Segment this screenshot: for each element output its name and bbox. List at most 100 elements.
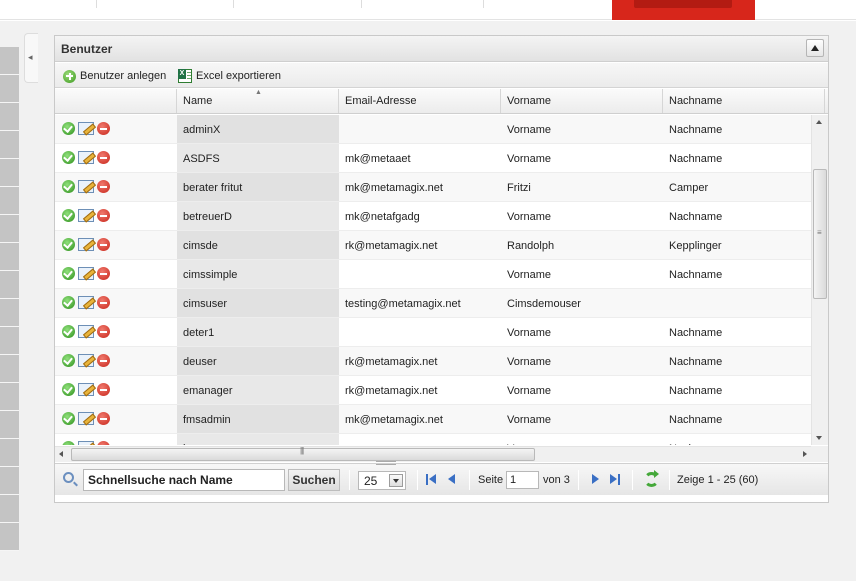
active-top-tab[interactable]	[612, 0, 755, 20]
delete-icon[interactable]	[97, 209, 110, 222]
edit-icon[interactable]	[78, 238, 94, 251]
table-row[interactable]: deter1 Vorname Nachname	[55, 318, 811, 347]
activate-icon[interactable]	[62, 267, 75, 280]
horizontal-scrollbar[interactable]: |||	[55, 446, 811, 462]
sidebar-item[interactable]	[0, 243, 19, 271]
edit-icon[interactable]	[78, 209, 94, 222]
sidebar-item[interactable]	[0, 187, 19, 215]
activate-icon[interactable]	[62, 122, 75, 135]
edit-icon[interactable]	[78, 180, 94, 193]
table-row[interactable]: fmsadmin mk@metamagix.net Vorname Nachname	[55, 405, 811, 434]
sidebar-item[interactable]	[0, 271, 19, 299]
cell-vorname: Cimsdemouser	[507, 298, 581, 310]
activate-icon[interactable]	[62, 296, 75, 309]
activate-icon[interactable]	[62, 325, 75, 338]
delete-icon[interactable]	[97, 180, 110, 193]
table-row[interactable]: deuser rk@metamagix.net Vorname Nachname	[55, 347, 811, 376]
nav-separator	[483, 0, 484, 8]
delete-icon[interactable]	[97, 238, 110, 251]
cell-vorname: Vorname	[501, 434, 663, 445]
activate-icon[interactable]	[62, 238, 75, 251]
sidebar-item[interactable]	[0, 131, 19, 159]
export-excel-button[interactable]: Excel exportieren	[178, 68, 281, 84]
cell-email: mk@metaaet	[345, 153, 411, 165]
table-row[interactable]: emanager rk@metamagix.net Vorname Nachname	[55, 376, 811, 405]
cell-name: emanager	[177, 376, 339, 404]
edit-icon[interactable]	[78, 383, 94, 396]
delete-icon[interactable]	[97, 122, 110, 135]
edit-icon[interactable]	[78, 412, 94, 425]
delete-icon[interactable]	[97, 441, 110, 445]
add-user-button[interactable]: Benutzer anlegen	[63, 68, 166, 84]
column-header-vorname[interactable]: Vorname	[501, 89, 663, 113]
activate-icon[interactable]	[62, 441, 75, 445]
column-header-nachname[interactable]: Nachname	[663, 89, 825, 113]
row-actions	[62, 151, 110, 164]
current-page-input[interactable]	[506, 471, 539, 489]
sidebar-item[interactable]	[0, 439, 19, 467]
sidebar-item[interactable]	[0, 467, 19, 495]
delete-icon[interactable]	[97, 383, 110, 396]
table-row[interactable]: ASDFS mk@metaaet Vorname Nachname	[55, 144, 811, 173]
sidebar-item[interactable]	[0, 523, 19, 551]
collapse-panel-button[interactable]	[806, 39, 824, 57]
next-page-icon[interactable]	[590, 474, 602, 486]
page-size-select[interactable]: 25	[358, 471, 406, 490]
column-header-email[interactable]: Email-Adresse	[339, 89, 501, 113]
vertical-scrollbar[interactable]: ≡	[811, 115, 828, 445]
scroll-right-icon[interactable]	[803, 451, 807, 457]
sidebar-item[interactable]	[0, 215, 19, 243]
edit-icon[interactable]	[78, 122, 94, 135]
sidebar-item[interactable]	[0, 75, 19, 103]
delete-icon[interactable]	[97, 296, 110, 309]
delete-icon[interactable]	[97, 412, 110, 425]
edit-icon[interactable]	[78, 354, 94, 367]
sidebar-item[interactable]	[0, 159, 19, 187]
edit-icon[interactable]	[78, 267, 94, 280]
previous-page-icon[interactable]	[446, 474, 458, 486]
activate-icon[interactable]	[62, 209, 75, 222]
edit-icon[interactable]	[78, 296, 94, 309]
table-row[interactable]: hyper VornameNachname	[55, 434, 811, 445]
activate-icon[interactable]	[62, 412, 75, 425]
sidebar-item[interactable]	[0, 495, 19, 523]
sidebar-item[interactable]	[0, 299, 19, 327]
delete-icon[interactable]	[97, 325, 110, 338]
edit-icon[interactable]	[78, 325, 94, 338]
table-row[interactable]: cimssimple Vorname Nachname	[55, 260, 811, 289]
activate-icon[interactable]	[62, 354, 75, 367]
panel-resize-handle[interactable]	[376, 461, 396, 465]
scroll-up-icon[interactable]	[816, 120, 822, 124]
delete-icon[interactable]	[97, 354, 110, 367]
scroll-left-icon[interactable]	[59, 451, 63, 457]
activate-icon[interactable]	[62, 180, 75, 193]
sidebar-item[interactable]	[0, 47, 19, 75]
activate-icon[interactable]	[62, 383, 75, 396]
sidebar-item[interactable]	[0, 103, 19, 131]
table-row[interactable]: cimsuser testing@metamagix.net Cimsdemouse…	[55, 289, 811, 318]
sidebar-item[interactable]	[0, 327, 19, 355]
first-page-icon[interactable]	[426, 474, 438, 486]
refresh-icon[interactable]	[644, 470, 659, 487]
table-row[interactable]: berater fritut mk@metamagix.net Fritzi Camp…	[55, 173, 811, 202]
delete-icon[interactable]	[97, 267, 110, 280]
sidebar-collapse-handle[interactable]: ◂	[24, 33, 38, 83]
sidebar-item[interactable]	[0, 383, 19, 411]
vertical-scroll-thumb[interactable]: ≡	[813, 169, 827, 299]
sidebar-item[interactable]	[0, 355, 19, 383]
edit-icon[interactable]	[78, 441, 94, 445]
cell-name: cimssimple	[177, 260, 339, 288]
quicksearch-input[interactable]	[83, 469, 285, 491]
sidebar-item[interactable]	[0, 411, 19, 439]
delete-icon[interactable]	[97, 151, 110, 164]
table-row[interactable]: adminX Vorname Nachname	[55, 115, 811, 144]
horizontal-scroll-thumb[interactable]: |||	[71, 446, 535, 461]
table-row[interactable]: betreuerD mk@netafgadg Vorname Nachname	[55, 202, 811, 231]
last-page-icon[interactable]	[609, 474, 621, 486]
edit-icon[interactable]	[78, 151, 94, 164]
chevron-down-icon[interactable]	[389, 474, 403, 487]
scroll-down-icon[interactable]	[816, 436, 822, 440]
search-button[interactable]: Suchen	[288, 469, 340, 491]
table-row[interactable]: cimsde rk@metamagix.net Randolph Kepplinger	[55, 231, 811, 260]
activate-icon[interactable]	[62, 151, 75, 164]
